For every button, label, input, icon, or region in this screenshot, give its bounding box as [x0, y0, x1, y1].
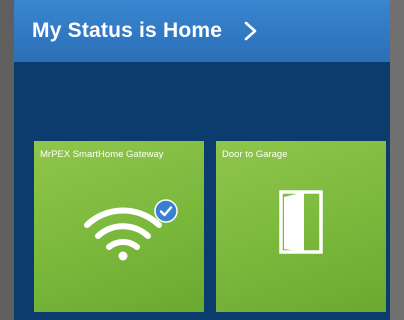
- app-frame: My Status is Home MrPEX SmartHome Gatewa…: [14, 0, 404, 320]
- status-header[interactable]: My Status is Home: [14, 0, 390, 62]
- check-badge-icon: [154, 199, 178, 223]
- frame-edge: [390, 0, 404, 320]
- status-title: My Status is Home: [32, 19, 223, 42]
- tile-label: Door to Garage: [222, 149, 288, 160]
- tile-smarthome-gateway[interactable]: MrPEX SmartHome Gateway: [34, 141, 204, 312]
- tile-label: MrPEX SmartHome Gateway: [40, 149, 164, 160]
- door-icon: [279, 190, 323, 254]
- tile-door-to-garage[interactable]: Door to Garage: [216, 141, 386, 312]
- chevron-right-icon: [244, 21, 257, 41]
